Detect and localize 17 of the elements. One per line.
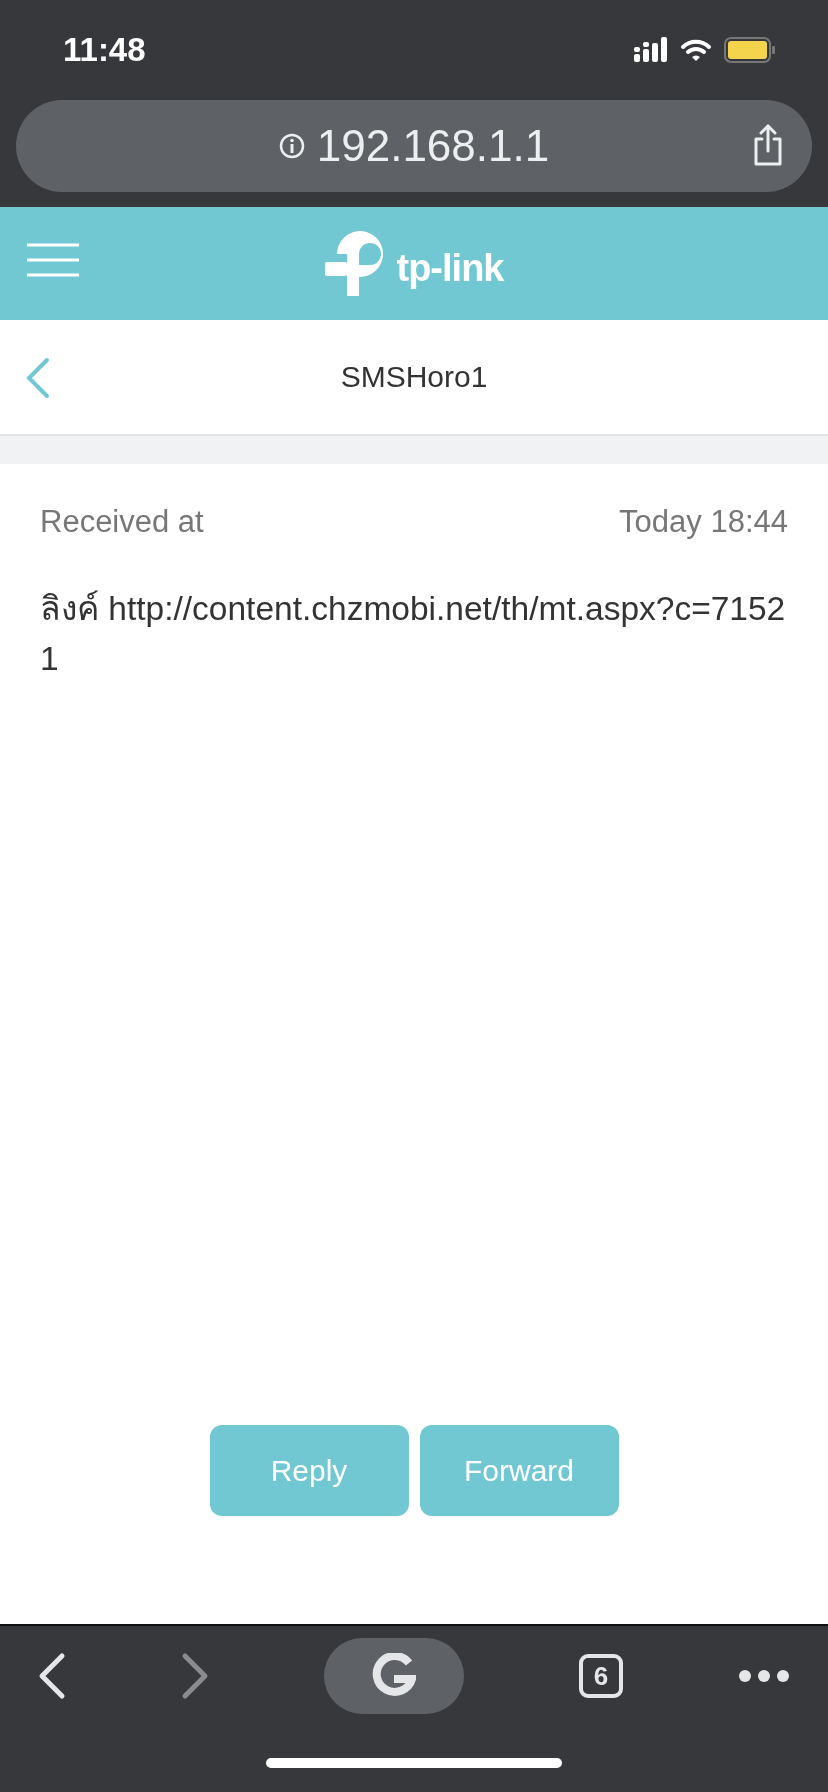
tab-count[interactable]: 6 (579, 1654, 623, 1698)
page-title: SMSHoro1 (340, 360, 488, 394)
share-icon[interactable] (752, 124, 784, 166)
signal-icon (634, 37, 668, 63)
g-icon (372, 1653, 416, 1699)
address-bar[interactable]: 192.168.1.1 (16, 100, 812, 192)
info-icon (278, 133, 305, 159)
status-time: 11:48 (63, 31, 146, 69)
forward-icon[interactable] (181, 1652, 209, 1700)
more-icon[interactable] (738, 1669, 790, 1683)
logo-text: tp-link (396, 247, 504, 290)
message-text: ลิงค์ http://content.chzmobi.net/th/mt.aspx?c=71521 (40, 589, 787, 679)
wifi-icon (680, 38, 712, 62)
battery-icon (724, 37, 776, 63)
url-text: 192.168.1.1 (316, 121, 550, 171)
received-time: Today 18:44 (619, 504, 788, 540)
received-label: Received at (40, 504, 204, 540)
